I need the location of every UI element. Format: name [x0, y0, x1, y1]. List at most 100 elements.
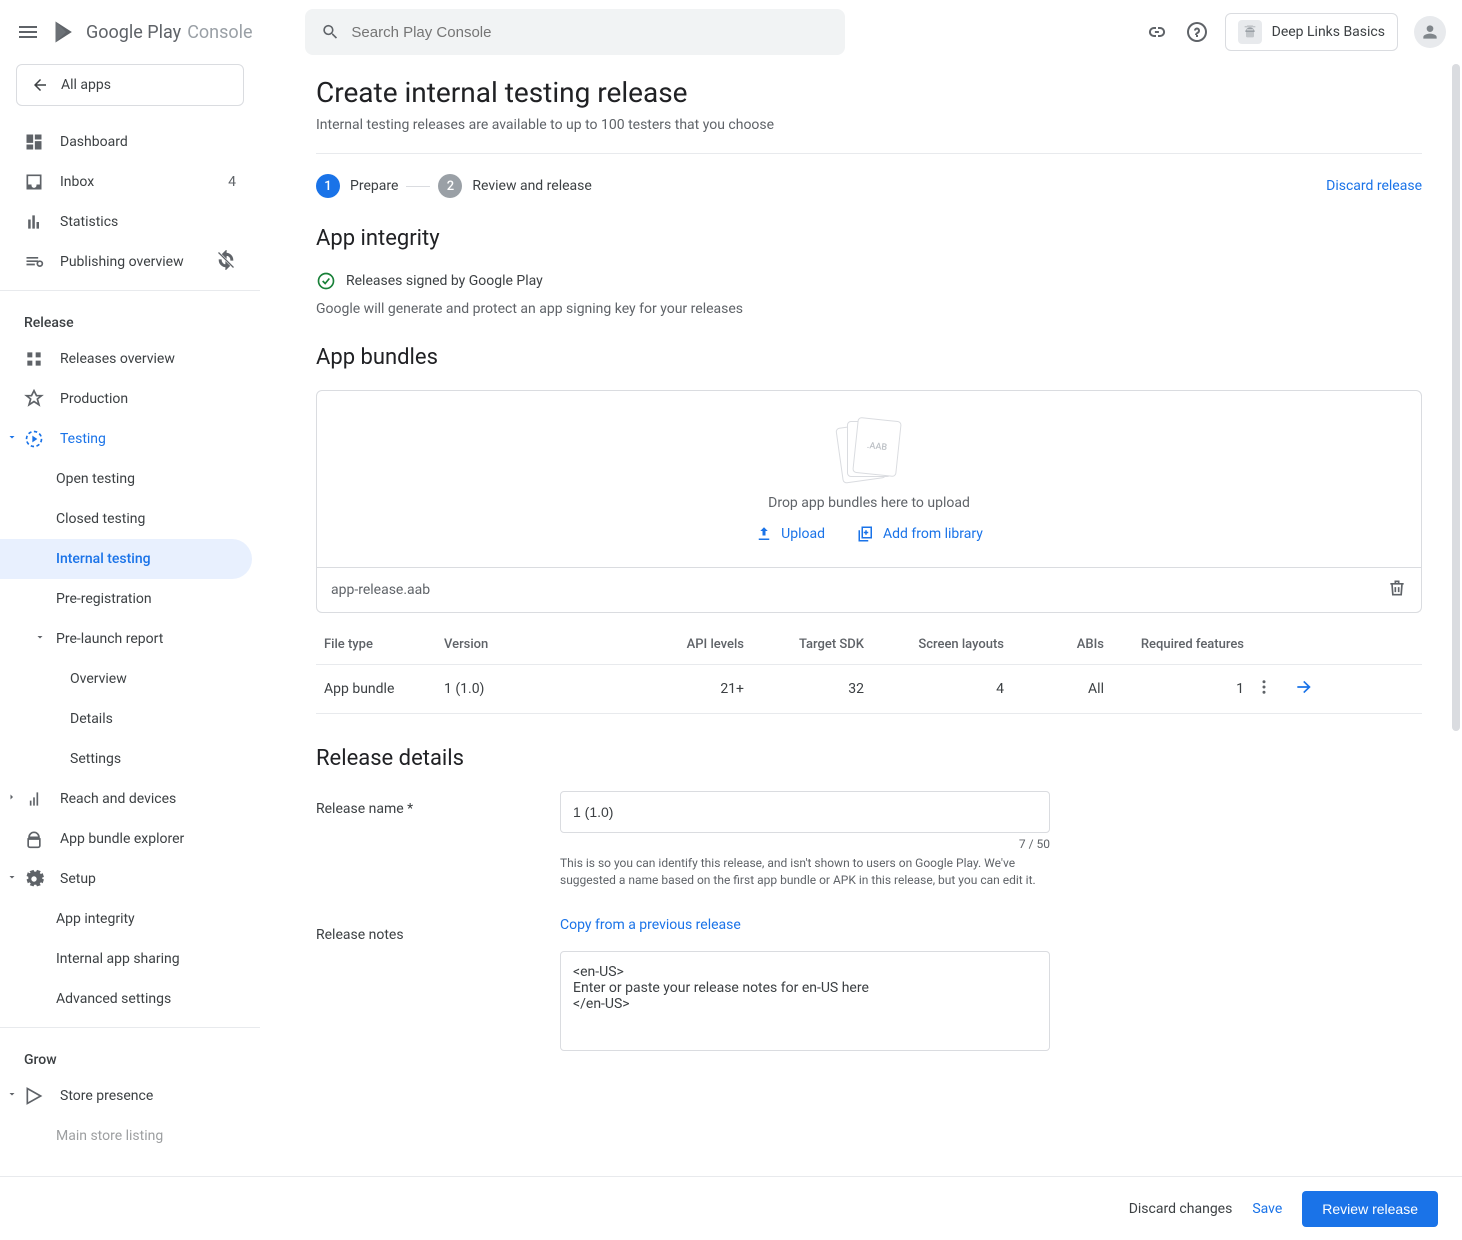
link-icon[interactable]: [1145, 20, 1169, 44]
review-release-button[interactable]: Review release: [1302, 1191, 1438, 1227]
sync-off-icon: [216, 250, 236, 274]
arrow-left-icon: [31, 76, 49, 94]
th-abi: ABIs: [1004, 637, 1104, 652]
publishing-icon: [24, 252, 44, 272]
chevron-down-icon: [6, 431, 18, 447]
integrity-description: Google will generate and protect an app …: [316, 301, 1422, 317]
trash-icon: [1387, 578, 1407, 598]
step-connector: [406, 186, 430, 187]
nav-dashboard[interactable]: Dashboard: [0, 122, 260, 162]
section-release: Release: [0, 299, 260, 339]
step-2-number: 2: [438, 174, 462, 198]
scrollbar[interactable]: [1450, 64, 1462, 1176]
menu-icon[interactable]: [16, 20, 40, 44]
bundle-icon: [24, 829, 44, 849]
discard-release-link[interactable]: Discard release: [1326, 178, 1422, 194]
delete-file-button[interactable]: [1387, 578, 1407, 602]
th-api: API levels: [624, 637, 744, 652]
chevron-down-icon: [6, 1088, 18, 1104]
step-1-number: 1: [316, 174, 340, 198]
chevron-down-icon: [34, 631, 46, 647]
release-notes-label: Release notes: [316, 917, 560, 943]
row-more-button[interactable]: [1244, 678, 1284, 700]
aab-file-icon: .AAB: [837, 419, 901, 483]
play-icon: [24, 1086, 44, 1106]
step-prepare[interactable]: 1 Prepare: [316, 174, 398, 198]
discard-changes-button[interactable]: Discard changes: [1129, 1201, 1233, 1217]
user-avatar[interactable]: [1414, 16, 1446, 48]
chevron-right-icon: [6, 791, 18, 807]
uploaded-file-name: app-release.aab: [331, 582, 430, 598]
nav-publishing[interactable]: Publishing overview: [0, 242, 260, 282]
release-name-counter: 7 / 50: [560, 837, 1050, 851]
release-details-heading: Release details: [316, 746, 1422, 771]
release-name-input[interactable]: [560, 791, 1050, 833]
inbox-icon: [24, 172, 44, 192]
nav-open-testing[interactable]: Open testing: [0, 459, 260, 499]
nav-advanced[interactable]: Advanced settings: [0, 979, 260, 1019]
gear-icon: [24, 869, 44, 889]
search-input[interactable]: [351, 24, 828, 41]
release-notes-textarea[interactable]: [560, 951, 1050, 1051]
nav-prelaunch[interactable]: Pre-launch report: [0, 619, 260, 659]
save-button[interactable]: Save: [1252, 1201, 1282, 1217]
step-review[interactable]: 2 Review and release: [438, 174, 591, 198]
testing-icon: [24, 429, 44, 449]
add-from-library-button[interactable]: Add from library: [857, 525, 983, 543]
nav-main-listing[interactable]: Main store listing: [0, 1116, 260, 1156]
th-screen: Screen layouts: [864, 637, 1004, 652]
nav-setup[interactable]: Setup: [0, 859, 260, 899]
nav-store-presence[interactable]: Store presence: [0, 1076, 260, 1116]
all-apps-button[interactable]: All apps: [16, 64, 244, 106]
nav-testing[interactable]: Testing: [0, 419, 260, 459]
arrow-right-icon: [1294, 677, 1314, 697]
page-title: Create internal testing release: [316, 76, 1422, 109]
release-name-label: Release name *: [316, 791, 560, 817]
logo-text-b: Console: [187, 22, 252, 43]
nav-internal-testing[interactable]: Internal testing: [0, 539, 252, 579]
stats-icon: [24, 212, 44, 232]
nav-releases-overview[interactable]: Releases overview: [0, 339, 260, 379]
row-open-button[interactable]: [1284, 677, 1324, 701]
all-apps-label: All apps: [61, 77, 111, 93]
devices-icon: [24, 789, 44, 809]
nav-reach[interactable]: Reach and devices: [0, 779, 260, 819]
search-box[interactable]: [305, 9, 845, 55]
check-circle-icon: [316, 271, 336, 291]
production-icon: [24, 389, 44, 409]
help-icon[interactable]: [1185, 20, 1209, 44]
nav-pl-overview[interactable]: Overview: [0, 659, 260, 699]
nav-app-integrity[interactable]: App integrity: [0, 899, 260, 939]
section-grow: Grow: [0, 1036, 260, 1076]
nav-closed-testing[interactable]: Closed testing: [0, 499, 260, 539]
app-chip[interactable]: Deep Links Basics: [1225, 13, 1398, 51]
upload-icon: [755, 525, 773, 543]
app-chip-label: Deep Links Basics: [1272, 24, 1385, 40]
dropzone[interactable]: .AAB Drop app bundles here to upload Upl…: [316, 390, 1422, 568]
th-req: Required features: [1104, 637, 1244, 652]
nav-pre-registration[interactable]: Pre-registration: [0, 579, 260, 619]
page-subtitle: Internal testing releases are available …: [316, 117, 1422, 133]
th-file-type: File type: [324, 637, 444, 652]
nav-pl-settings[interactable]: Settings: [0, 739, 260, 779]
nav-statistics[interactable]: Statistics: [0, 202, 260, 242]
nav-internal-sharing[interactable]: Internal app sharing: [0, 939, 260, 979]
copy-previous-link[interactable]: Copy from a previous release: [560, 917, 1050, 933]
search-icon: [321, 22, 340, 42]
app-bundles-heading: App bundles: [316, 345, 1422, 370]
nav-inbox[interactable]: Inbox 4: [0, 162, 260, 202]
play-console-logo[interactable]: Google Play Console: [52, 18, 253, 46]
nav-pl-details[interactable]: Details: [0, 699, 260, 739]
release-name-helper: This is so you can identify this release…: [560, 855, 1050, 889]
dashboard-icon: [24, 132, 44, 152]
upload-button[interactable]: Upload: [755, 525, 825, 543]
nav-production[interactable]: Production: [0, 379, 260, 419]
android-icon: [1238, 20, 1262, 44]
app-integrity-heading: App integrity: [316, 226, 1422, 251]
logo-text-a: Google Play: [86, 22, 181, 43]
library-icon: [857, 525, 875, 543]
sidebar: All apps Dashboard Inbox 4 Statistics Pu…: [0, 64, 260, 1240]
th-sdk: Target SDK: [744, 637, 864, 652]
nav-bundle-explorer[interactable]: App bundle explorer: [0, 819, 260, 859]
drop-text: Drop app bundles here to upload: [317, 495, 1421, 511]
